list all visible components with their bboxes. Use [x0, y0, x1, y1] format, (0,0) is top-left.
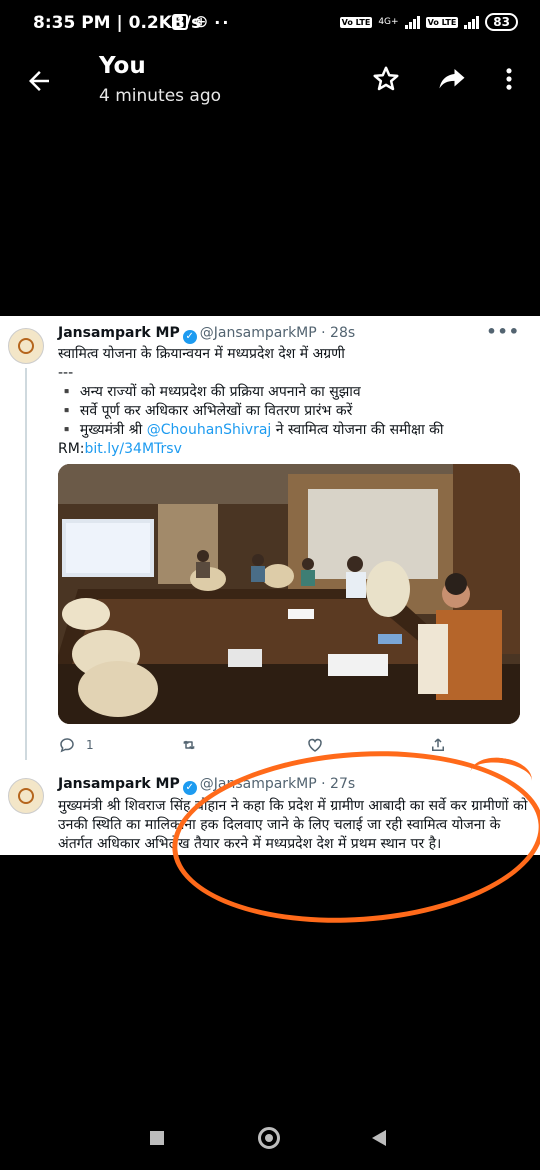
- recents-icon[interactable]: [150, 1131, 164, 1145]
- tweet-time: · 28s: [321, 325, 356, 341]
- battery-icon: 83: [485, 13, 518, 31]
- mention-link[interactable]: @ChouhanShivraj: [147, 422, 272, 438]
- status-bar: 8:35 PM | 0.2KB/s ↑ ⊕ ·· Vo LTE 4G+ Vo L…: [0, 0, 540, 48]
- app-bar: You 4 minutes ago: [0, 48, 540, 118]
- status-right: Vo LTE 4G+ Vo LTE 83: [339, 13, 518, 31]
- upload-icon: ↑: [172, 14, 188, 30]
- author-handle: @JansamparkMP: [199, 325, 317, 341]
- volte-icon-2: Vo LTE: [425, 16, 459, 28]
- page-subtitle: 4 minutes ago: [99, 86, 222, 106]
- tweet-line: ---: [58, 365, 74, 381]
- system-nav-bar: [0, 1105, 540, 1170]
- home-icon[interactable]: [258, 1127, 280, 1149]
- tweet-line: ▪️ मुख्यमंत्री श्री @ChouhanShivraj ने स…: [58, 422, 444, 438]
- more-notifications-icon: ··: [214, 12, 231, 32]
- avatar[interactable]: [8, 328, 44, 364]
- verified-badge-icon: ✓: [182, 330, 197, 344]
- like-icon[interactable]: [306, 736, 324, 754]
- short-link[interactable]: bit.ly/34MTrsv: [85, 441, 182, 457]
- tweet-line: स्वामित्व योजना के क्रियान्वयन में मध्यप…: [58, 346, 345, 362]
- author-name[interactable]: Jansampark MP: [58, 776, 180, 792]
- tweet-photo[interactable]: [58, 464, 520, 724]
- network-type: 4G+: [378, 17, 399, 27]
- reply-count: 1: [86, 738, 94, 752]
- star-icon[interactable]: [371, 64, 401, 94]
- author-name[interactable]: Jansampark MP: [58, 325, 180, 341]
- signal-icon-2: [464, 15, 480, 29]
- status-notification-icons: ↑ ⊕ ··: [172, 12, 230, 32]
- share-icon[interactable]: [436, 64, 468, 94]
- tweet-line: RM:bit.ly/34MTrsv: [58, 441, 182, 457]
- tweet-more-icon[interactable]: •••: [486, 322, 520, 341]
- tweet-line: ▪️ सर्वे पूर्ण कर अधिकार अभिलेखों का वित…: [58, 403, 353, 419]
- meeting-room-photo: [58, 464, 520, 724]
- tweet-line: ▪️ अन्य राज्यों को मध्यप्रदेश की प्रक्रि…: [58, 384, 361, 400]
- app-notification-icon: ⊕: [194, 12, 209, 32]
- page-title: You: [99, 53, 146, 79]
- retweet-icon[interactable]: [179, 736, 199, 754]
- volte-icon: Vo LTE: [339, 16, 373, 28]
- share-tweet-icon[interactable]: [429, 736, 447, 754]
- avatar[interactable]: [8, 778, 44, 814]
- thread-line: [25, 368, 27, 760]
- tweet-header: Jansampark MP ✓ @JansamparkMP · 28s: [58, 325, 355, 344]
- reply-icon[interactable]: [58, 736, 76, 754]
- back-arrow-icon[interactable]: [24, 66, 54, 96]
- signal-icon: [404, 15, 420, 29]
- nav-back-icon[interactable]: [372, 1130, 386, 1146]
- more-vert-icon[interactable]: [495, 64, 523, 94]
- verified-badge-icon: ✓: [182, 781, 197, 795]
